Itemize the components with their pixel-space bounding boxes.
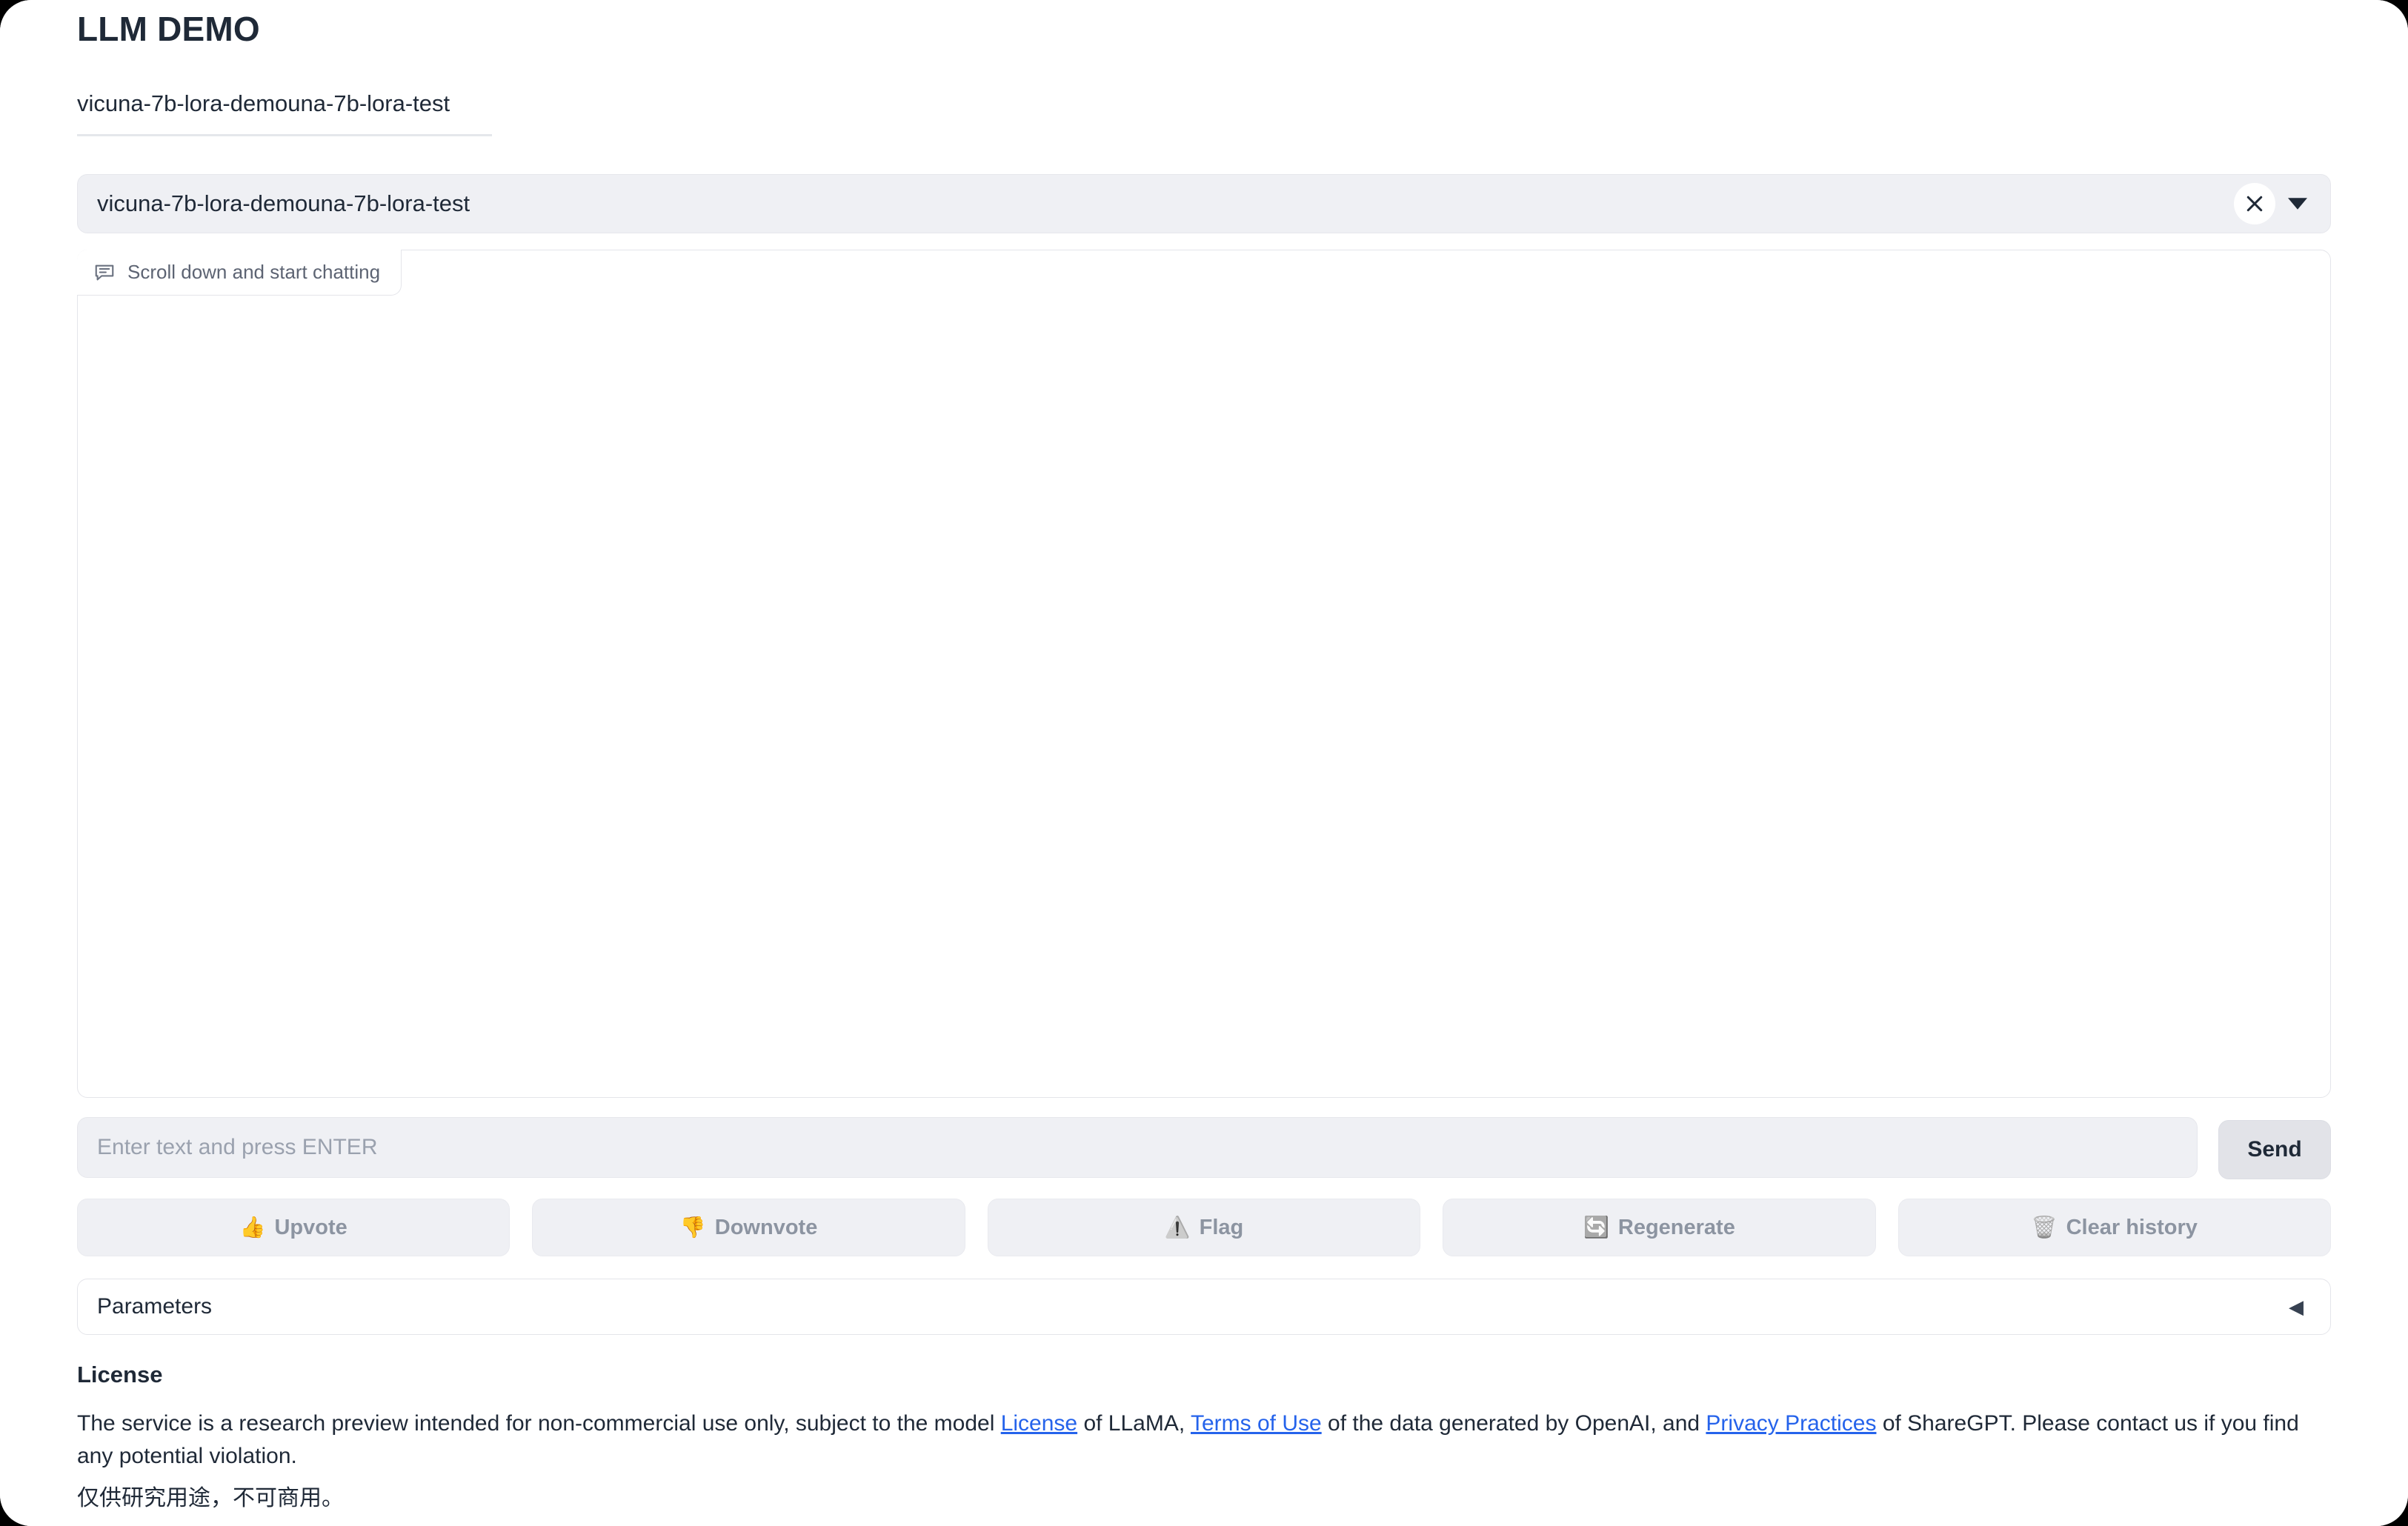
license-chinese-note: 仅供研究用途，不可商用。 (77, 1486, 344, 1511)
model-select-dropdown[interactable]: vicuna-7b-lora-demouna-7b-lora-test (77, 174, 2331, 234)
license-heading: License (77, 1362, 163, 1388)
chevron-down-icon[interactable] (2283, 183, 2312, 224)
clear-history-button-label: Clear history (2066, 1215, 2198, 1239)
app-window: LLM DEMO vicuna-7b-lora-demouna-7b-lora-… (0, 0, 2408, 1526)
send-button[interactable]: Send (2218, 1120, 2331, 1180)
flag-button-label: Flag (1199, 1215, 1244, 1239)
upvote-button-label: Upvote (274, 1215, 347, 1239)
regenerate-button-label: Regenerate (1617, 1215, 1735, 1239)
license-text-1: The service is a research preview intend… (77, 1411, 1001, 1436)
refresh-icon: 🔄 (1583, 1216, 1609, 1239)
license-text-3: of the data generated by OpenAI, and (1321, 1411, 1706, 1436)
message-input-row: Enter text and press ENTER Send (77, 1117, 2331, 1180)
clear-history-button[interactable]: 🗑️ Clear history (1898, 1199, 2332, 1257)
triangle-left-icon[interactable]: ◀ (2289, 1297, 2304, 1316)
parameters-accordion-title: Parameters (97, 1294, 213, 1319)
close-icon[interactable] (2234, 183, 2275, 225)
chat-bubble-icon (93, 261, 116, 284)
action-button-row: 👍 Upvote 👎 Downvote ⚠️ Flag 🔄 Regenerate… (77, 1199, 2332, 1257)
message-input-placeholder: Enter text and press ENTER (97, 1135, 378, 1160)
license-text: The service is a research preview intend… (77, 1407, 2331, 1472)
downvote-button[interactable]: 👎 Downvote (532, 1199, 965, 1257)
chatbot-label: Scroll down and start chatting (77, 250, 402, 296)
model-select-value: vicuna-7b-lora-demouna-7b-lora-test (97, 190, 470, 217)
llm-demo-page: LLM DEMO vicuna-7b-lora-demouna-7b-lora-… (0, 0, 2408, 1526)
trash-icon: 🗑️ (2031, 1216, 2058, 1239)
chatbot-message-list (78, 296, 2330, 1097)
privacy-practices-link[interactable]: Privacy Practices (1706, 1411, 1876, 1436)
license-text-2: of LLaMA, (1077, 1411, 1191, 1436)
chatbot-panel[interactable]: Scroll down and start chatting (77, 250, 2331, 1099)
model-name-textbox: vicuna-7b-lora-demouna-7b-lora-test (77, 87, 492, 137)
thumbs-up-icon: 👍 (239, 1216, 266, 1239)
model-name-underline (77, 134, 492, 137)
thumbs-down-icon: 👎 (679, 1216, 706, 1239)
chatbot-label-text: Scroll down and start chatting (127, 261, 381, 284)
terms-of-use-link[interactable]: Terms of Use (1191, 1411, 1322, 1436)
license-link[interactable]: License (1001, 1411, 1077, 1436)
model-name-value: vicuna-7b-lora-demouna-7b-lora-test (77, 90, 450, 117)
warning-icon: ⚠️ (1164, 1216, 1191, 1239)
upvote-button[interactable]: 👍 Upvote (77, 1199, 510, 1257)
page-title: LLM DEMO (77, 10, 260, 48)
regenerate-button[interactable]: 🔄 Regenerate (1443, 1199, 1876, 1257)
parameters-accordion[interactable]: Parameters ◀ (77, 1279, 2331, 1336)
flag-button[interactable]: ⚠️ Flag (987, 1199, 1421, 1257)
downvote-button-label: Downvote (714, 1215, 818, 1239)
message-input[interactable]: Enter text and press ENTER (77, 1117, 2198, 1179)
